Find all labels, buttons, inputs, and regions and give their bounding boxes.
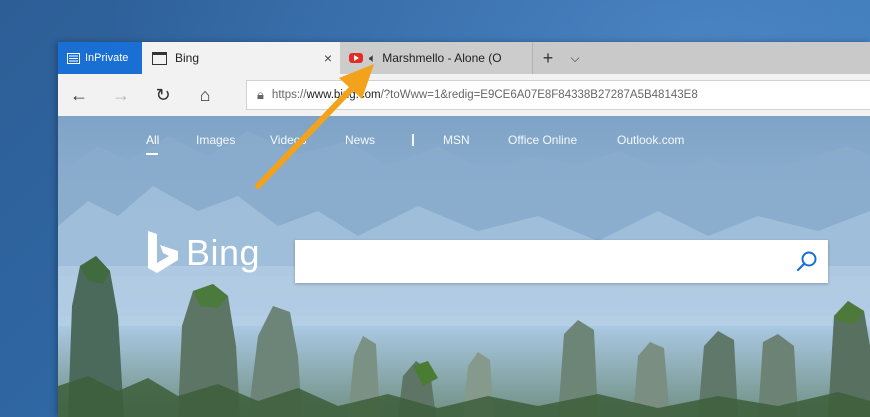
inprivate-badge: InPrivate (58, 42, 142, 74)
speaker-icon[interactable]: 🔈︎ (369, 51, 376, 66)
tab-marshmello[interactable]: 🔈︎ Marshmello - Alone (O (340, 42, 533, 74)
inprivate-label: InPrivate (85, 52, 129, 64)
bing-b-icon (148, 231, 178, 273)
search-icon[interactable] (796, 250, 818, 272)
navigation-bar: ← → ↻ ⌂ 🔒︎ https://www.bing.com/?toWww=1… (58, 74, 870, 116)
nav-link-outlook[interactable]: Outlook.com (617, 133, 684, 147)
new-tab-button[interactable]: + (533, 42, 563, 74)
forward-button[interactable]: → (100, 74, 142, 116)
page-icon (152, 51, 167, 65)
close-tab-icon[interactable]: × (324, 50, 332, 66)
youtube-icon (349, 53, 363, 63)
bing-top-nav: All Images Videos News MSN Office Online… (58, 116, 870, 160)
nav-link-office-online[interactable]: Office Online (508, 133, 577, 147)
nav-link-news[interactable]: News (345, 133, 375, 147)
inprivate-icon (67, 52, 80, 64)
bing-homepage: All Images Videos News MSN Office Online… (58, 116, 870, 417)
active-nav-underline (146, 153, 158, 155)
url-path: /?toWww=1&redig=E9CE6A07E8F84338B27287A5… (380, 89, 698, 101)
tab-title: Marshmello - Alone (O (382, 51, 502, 65)
home-button[interactable]: ⌂ (184, 74, 226, 116)
url-domain: www.bing.com (306, 89, 381, 101)
bing-logo[interactable]: Bing (148, 231, 260, 275)
nav-link-all[interactable]: All (146, 133, 159, 147)
tab-strip: InPrivate Bing × 🔈︎ Marshmello - Alone (… (58, 42, 870, 74)
nav-link-videos[interactable]: Videos (270, 133, 306, 147)
refresh-button[interactable]: ↻ (142, 74, 184, 116)
tab-bing[interactable]: Bing × (142, 42, 340, 74)
chevron-down-icon[interactable]: ⌵ (563, 42, 587, 74)
url-text: https://www.bing.com/?toWww=1&redig=E9CE… (272, 89, 698, 101)
back-button[interactable]: ← (58, 74, 100, 116)
tab-title: Bing (175, 51, 200, 65)
nav-link-msn[interactable]: MSN (443, 133, 470, 147)
nav-link-images[interactable]: Images (196, 133, 235, 147)
address-bar[interactable]: 🔒︎ https://www.bing.com/?toWww=1&redig=E… (246, 80, 870, 110)
search-input[interactable] (295, 240, 828, 283)
lock-icon: 🔒︎ (257, 87, 264, 102)
bing-logo-text: Bing (186, 232, 261, 273)
nav-separator (412, 134, 414, 146)
url-scheme: https:// (271, 89, 307, 101)
browser-window: InPrivate Bing × 🔈︎ Marshmello - Alone (… (58, 42, 870, 417)
